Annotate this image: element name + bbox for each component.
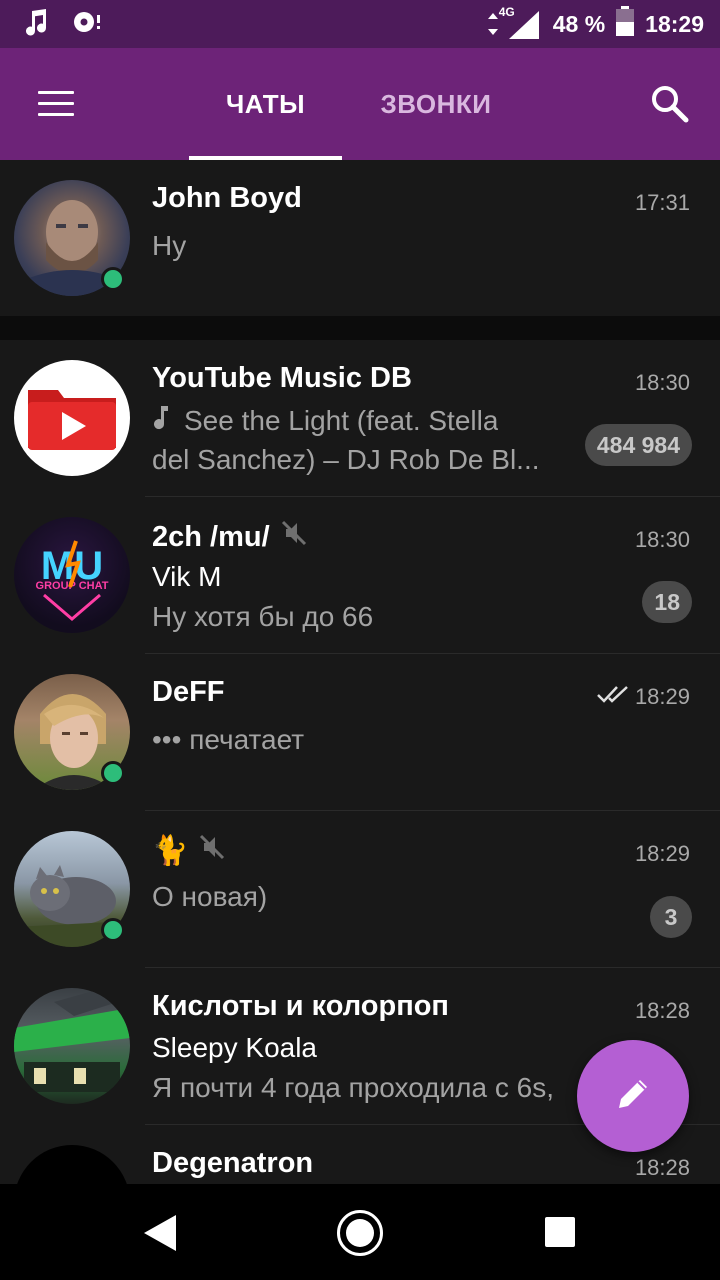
chat-preview: Ну (152, 230, 187, 261)
tab-chats[interactable]: ЧАТЫ (189, 48, 342, 160)
chat-time: 18:30 (634, 370, 690, 395)
tab-calls[interactable]: ЗВОНКИ (362, 48, 510, 160)
menu-icon[interactable] (38, 91, 74, 117)
muted-icon (198, 833, 226, 869)
recent-apps-icon[interactable] (545, 1217, 575, 1247)
unread-badge: 3 (650, 896, 692, 938)
chat-item-2ch-mu[interactable]: MU GROUP CHAT 2ch /mu/ 18:30 Vik M Ну хо… (0, 497, 720, 654)
chat-time: 18:28 (634, 998, 690, 1023)
online-indicator (101, 267, 125, 291)
double-check-icon (597, 684, 629, 710)
chat-time: 18:30 (634, 527, 690, 552)
battery-icon (615, 6, 635, 42)
typing-indicator: ••• печатает (152, 724, 305, 755)
chat-time: 18:29 (634, 841, 690, 866)
chat-sender: Sleepy Koala (152, 1032, 318, 1063)
app-toolbar: ЧАТЫ ЗВОНКИ (0, 48, 720, 160)
chat-name: 2ch /mu/ (152, 519, 308, 555)
chat-preview: See the Light (feat. Stella (152, 404, 498, 437)
chat-time: 18:28 (634, 1155, 690, 1180)
chat-item-youtube-music-db[interactable]: YouTube Music DB 18:30 See the Light (fe… (0, 340, 720, 497)
chat-preview: Я почти 4 года проходила с 6s, (152, 1072, 554, 1103)
avatar (14, 360, 130, 476)
chat-sender: Vik M (152, 561, 222, 592)
chat-name: DeFF (152, 676, 225, 708)
chat-preview: Ну хотя бы до 66 (152, 601, 374, 632)
chat-name: 🐈 (152, 833, 226, 869)
pencil-icon (613, 1074, 653, 1119)
chat-preview-2: del Sanchez) – DJ Rob De Bl... (152, 444, 540, 475)
pinned-separator (0, 316, 720, 340)
chat-time: 17:31 (634, 190, 690, 215)
record-icon (72, 8, 104, 41)
online-indicator (101, 761, 125, 785)
avatar (14, 988, 130, 1104)
back-icon[interactable] (142, 1214, 178, 1257)
avatar: MU GROUP CHAT (14, 517, 130, 633)
chat-time: 18:29 (597, 684, 690, 710)
compose-button[interactable] (577, 1040, 689, 1152)
chat-item-deff[interactable]: DeFF 18:29 ••• печатает (0, 654, 720, 811)
clock: 18:29 (645, 10, 704, 37)
search-icon[interactable] (650, 84, 690, 124)
music-note-icon (24, 8, 50, 41)
chat-preview: О новая) (152, 881, 268, 912)
unread-badge: 484 984 (584, 424, 692, 466)
avatar (14, 1145, 130, 1184)
chat-item-cat[interactable]: 🐈 18:29 О новая) 3 (0, 811, 720, 968)
chat-name: YouTube Music DB (152, 362, 412, 394)
chat-name: Кислоты и колорпоп (152, 990, 449, 1022)
status-bar: 4G 48 % 18:29 (0, 0, 720, 48)
signal-icon: 4G (487, 5, 543, 41)
audio-note-icon (152, 404, 170, 437)
unread-badge: 18 (642, 581, 692, 623)
home-icon[interactable] (337, 1210, 383, 1256)
chat-list[interactable]: John Boyd 17:31 Ну YouTube Music DB 18:3… (0, 160, 720, 1184)
system-nav-bar (0, 1184, 720, 1280)
battery-percent: 48 % (552, 10, 606, 37)
chat-item-john-boyd[interactable]: John Boyd 17:31 Ну (0, 160, 720, 316)
chat-name: John Boyd (152, 182, 302, 214)
network-type: 4G (498, 5, 515, 19)
youtube-folder-icon (28, 390, 116, 450)
chat-name: Degenatron (152, 1147, 314, 1179)
muted-icon (280, 519, 308, 555)
online-indicator (101, 918, 125, 942)
